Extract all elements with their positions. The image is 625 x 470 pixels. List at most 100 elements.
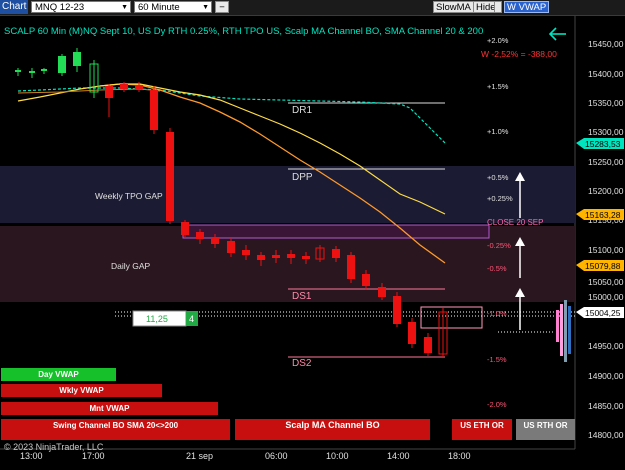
candle-down [105,86,113,98]
level-label-ds2: DS2 [292,358,312,369]
pct-label: -1.5% [487,355,507,364]
price-tick: 15200,00 [588,186,624,196]
zone-label-daily-gap: Daily GAP [111,261,151,271]
candle-down [257,255,265,260]
candle-down [211,237,219,244]
swing-channel-button[interactable]: Swing Channel BO SMA 20<>200 [1,419,230,440]
level-label-ds1: DS1 [292,291,312,302]
candle-down [378,287,386,297]
price-tick: 15250,00 [588,157,624,167]
time-tick: 06:00 [265,451,288,461]
last-range-box [420,306,483,329]
profile-bar [560,304,563,356]
price-tag-text: 15004,25 [585,308,621,318]
price-tick: 14850,00 [588,401,624,411]
position-qty: 4 [189,314,194,324]
minus-icon: − [219,2,225,13]
candle-down [393,296,401,324]
price-tag-text: 15079,88 [585,261,621,271]
slow-ma-line [17,87,446,144]
close-gap-box [182,224,490,239]
time-tick: 17:00 [82,451,105,461]
candle-down [332,249,340,258]
time-tick: 18:00 [448,451,471,461]
candle-down [287,254,295,258]
us-rth-or-button[interactable]: US RTH OR [516,419,575,440]
candle-up [73,52,81,66]
pct-label: +0.25% [487,194,513,203]
price-tick: 15450,00 [588,39,624,49]
chevron-down-icon: ▼ [121,4,128,11]
price-tick: 15000,00 [588,292,624,302]
price-tag-text: 15283,53 [585,139,621,149]
chevron-down-icon: ▼ [202,4,209,11]
pct-label: -0.5% [487,264,507,273]
time-tick: 14:00 [387,451,410,461]
day-vwap-button[interactable]: Day VWAP [1,368,116,381]
minus-button[interactable]: − [215,1,229,13]
copyright-notice: © 2023 NinjaTrader, LLC [4,442,104,452]
scroll-arrows[interactable] [494,1,502,13]
candle-down [135,85,143,89]
chart-tab[interactable]: Chart [0,0,28,14]
pct-label: -0.25% [487,241,511,250]
candle-down [181,222,189,235]
time-axis: 13:00 17:00 21 sep 06:00 10:00 14:00 18:… [20,451,471,461]
scalp-ma-channel-button[interactable]: Scalp MA Channel BO [235,419,430,440]
interval-value: 60 Minute [138,2,180,13]
price-tick: 14950,00 [588,341,624,351]
instrument-selector[interactable]: MNQ 12-23 ▼ [31,1,131,13]
candle-down [302,256,310,259]
price-tag-text: 15163,28 [585,210,621,220]
price-axis-panel [575,16,625,465]
price-tick: 15300,00 [588,127,624,137]
candle-down [424,337,432,353]
candle-up [41,69,47,71]
us-eth-or-button[interactable]: US ETH OR [452,419,512,440]
level-label-dpp: DPP [292,172,313,183]
wkly-vwap-button[interactable]: Wkly VWAP [1,384,162,397]
candle-down [242,250,250,255]
mnt-vwap-button[interactable]: Mnt VWAP [1,402,218,415]
pct-label: -1.0% [487,309,507,318]
profile-bar [568,306,571,354]
pct-label: -2.0% [487,400,507,409]
slowma-button[interactable]: SlowMA [433,1,474,13]
price-chart[interactable]: SCALP 60 Min (M)NQ Sept 10, US Dy RTH 0.… [0,16,625,465]
zone-label-weekly-tpo-gap: Weekly TPO GAP [95,191,163,201]
price-tick: 14800,00 [588,430,624,440]
price-tick: 15350,00 [588,98,624,108]
w-vwap-button[interactable]: W VWAP [504,1,550,13]
candle-down [196,232,204,239]
candle-down [227,241,235,253]
close-level-label: CLOSE 20 SEP [487,218,543,227]
position-price: 11,25 [146,314,168,324]
time-tick: 10:00 [326,451,349,461]
price-tick: 15050,00 [588,277,624,287]
time-tick: 21 sep [186,451,213,461]
candle-up [58,56,66,73]
arrow-left-icon[interactable] [548,27,566,41]
price-tick: 14900,00 [588,371,624,381]
instrument-value: MNQ 12-23 [35,2,85,13]
pct-label: +1.5% [487,82,509,91]
chart-title: SCALP 60 Min (M)NQ Sept 10, US Dy RTH 0.… [4,26,483,37]
profile-bar [556,310,559,342]
weekly-pnl: W -2,52% = -388,00 [481,49,557,59]
time-tick: 13:00 [20,451,43,461]
level-label-dr1: DR1 [292,105,312,116]
price-tick: 15400,00 [588,69,624,79]
candle-down [120,84,128,89]
candle-down [166,132,174,221]
candle-down [408,322,416,344]
pct-label: +0.5% [487,173,509,182]
price-tick: 15100,00 [588,245,624,255]
candle-up [29,71,35,73]
candle-down [272,255,280,258]
interval-selector[interactable]: 60 Minute ▼ [134,1,212,13]
candle-down [150,90,158,130]
profile-bar [564,300,567,362]
candle-down [347,255,355,279]
chart-toolbar: Chart MNQ 12-23 ▼ 60 Minute ▼ − SlowMA H… [0,0,625,16]
pct-label: +1.0% [487,127,509,136]
